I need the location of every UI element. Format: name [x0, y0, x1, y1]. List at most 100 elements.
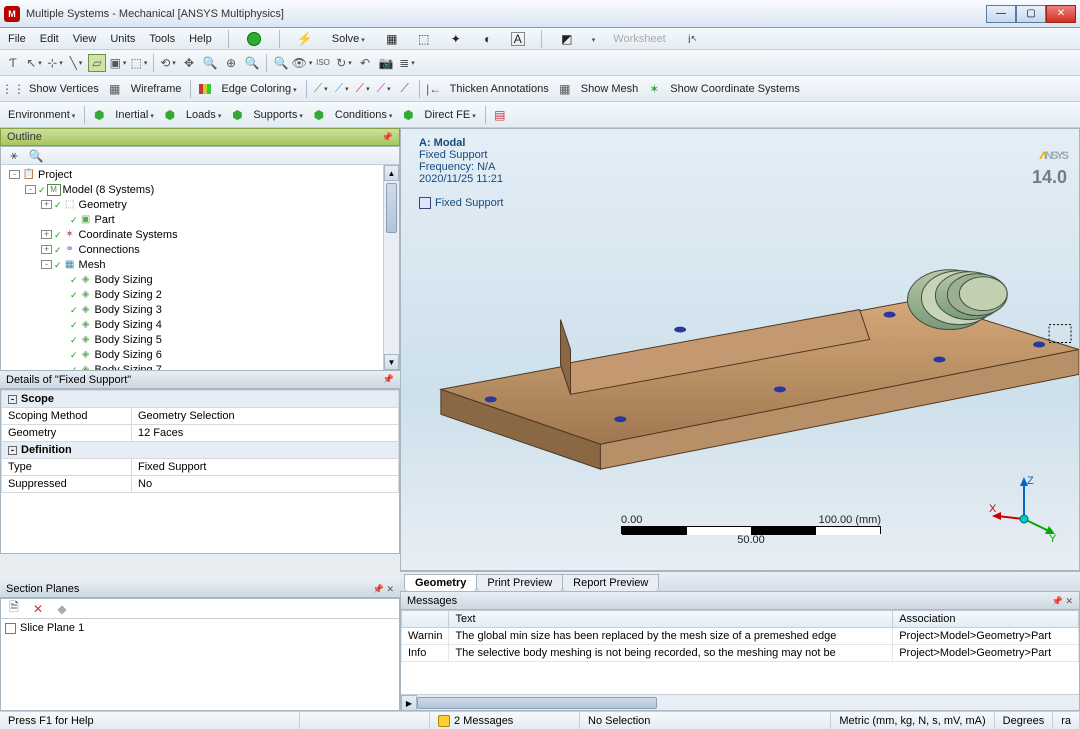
status-messages[interactable]: 2 Messages [430, 712, 580, 729]
tree-node[interactable]: -▦Mesh [5, 257, 395, 272]
group-toggle-icon[interactable]: - [8, 395, 17, 404]
manage-views-icon[interactable]: ≣ [398, 54, 416, 72]
tree-toggle-icon[interactable]: + [41, 230, 52, 239]
zoom-box-icon[interactable]: ⊕ [222, 54, 240, 72]
show-mesh-icon[interactable]: ▦ [556, 80, 574, 98]
solve-icon[interactable]: ⚡ [296, 30, 314, 48]
tree-node[interactable]: -MModel (8 Systems) [5, 182, 395, 197]
edge-select-icon[interactable]: ╲ [67, 54, 85, 72]
tree-node[interactable]: +✶Coordinate Systems [5, 227, 395, 242]
tb-drop-5[interactable] [590, 33, 596, 45]
prev-view-icon[interactable]: ↶ [356, 54, 374, 72]
minimize-button[interactable]: — [986, 5, 1016, 23]
view-icon[interactable]: 👁 [293, 54, 311, 72]
menu-tools[interactable]: Tools [149, 33, 175, 45]
scroll-down-button[interactable]: ▼ [384, 354, 399, 370]
conditions-button[interactable]: Conditions [331, 109, 397, 121]
details-table[interactable]: -ScopeScoping MethodGeometry SelectionGe… [1, 390, 399, 493]
tree-node[interactable]: ▣Part [5, 212, 395, 227]
checkbox-icon[interactable] [5, 623, 16, 634]
tree-toggle-icon[interactable]: + [41, 245, 52, 254]
e3-icon[interactable]: ⟋ [354, 80, 372, 98]
outline-tree[interactable]: -📋Project-MModel (8 Systems)+⬚Geometry▣P… [1, 165, 399, 371]
box-select-icon[interactable]: ⬚ [130, 54, 148, 72]
tree-node[interactable]: ◈Body Sizing [5, 272, 395, 287]
viewport[interactable]: A: Modal Fixed Support Frequency: N/A 20… [400, 128, 1080, 571]
tb-icon-a[interactable]: A [511, 32, 525, 46]
toolbar-go-icon[interactable] [245, 30, 263, 48]
edge-coloring-button[interactable]: Edge Coloring [217, 83, 300, 95]
vertex-select-icon[interactable]: ⊹ [46, 54, 64, 72]
sp-dim-icon[interactable]: ◆ [53, 600, 71, 618]
triad-icon[interactable]: Z Y X [989, 474, 1059, 544]
menu-edit[interactable]: Edit [40, 33, 59, 45]
tree-node[interactable]: ◈Body Sizing 3 [5, 302, 395, 317]
tree-node[interactable]: ◈Body Sizing 5 [5, 332, 395, 347]
worksheet-button[interactable]: Worksheet [609, 33, 669, 45]
thicken-button[interactable]: Thicken Annotations [446, 83, 553, 95]
rotate-icon[interactable]: ⟲ [159, 54, 177, 72]
scroll-thumb[interactable] [386, 183, 397, 233]
maximize-button[interactable]: ▢ [1016, 5, 1046, 23]
menu-help[interactable]: Help [189, 33, 212, 45]
wireframe-button[interactable]: Wireframe [127, 83, 186, 95]
tree-toggle-icon[interactable]: + [41, 200, 52, 209]
e1-icon[interactable]: ⟋ [312, 80, 330, 98]
loads-button[interactable]: Loads [182, 109, 226, 121]
status-mode[interactable]: ra [1053, 712, 1080, 729]
menu-file[interactable]: File [8, 33, 26, 45]
wireframe-icon[interactable]: ▦ [106, 80, 124, 98]
tb-icon-2[interactable]: ⬚ [415, 30, 433, 48]
loads-icon[interactable]: ⬢ [161, 106, 179, 124]
show-vertices-button[interactable]: Show Vertices [25, 83, 103, 95]
tree-toggle-icon[interactable]: - [41, 260, 52, 269]
tb-icon-5[interactable]: ◩ [558, 30, 576, 48]
detail-value[interactable]: Fixed Support [132, 459, 399, 476]
e4-icon[interactable]: ⟋ [375, 80, 393, 98]
supports-icon[interactable]: ⬢ [228, 106, 246, 124]
iso-icon[interactable]: ISO [314, 54, 332, 72]
message-row[interactable]: WarninThe global min size has been repla… [402, 628, 1079, 645]
tab-report[interactable]: Report Preview [562, 574, 659, 591]
scroll-right-button[interactable]: ▶ [401, 695, 417, 711]
message-row[interactable]: InfoThe selective body meshing is not be… [402, 645, 1079, 662]
tree-node[interactable]: +⚭Connections [5, 242, 395, 257]
conditions-icon[interactable]: ⬢ [310, 106, 328, 124]
menu-view[interactable]: View [73, 33, 97, 45]
show-cs-button[interactable]: Show Coordinate Systems [666, 83, 804, 95]
info-icon[interactable]: i↖ [684, 30, 702, 48]
e2-icon[interactable]: ⟋ [333, 80, 351, 98]
filter-icon[interactable]: Ƭ [4, 54, 22, 72]
tree-node[interactable]: ◈Body Sizing 6 [5, 347, 395, 362]
look-icon[interactable]: ↻ [335, 54, 353, 72]
outline-pin-icon[interactable]: 📌 [382, 132, 393, 143]
direct-fe-icon[interactable]: ⬢ [399, 106, 417, 124]
detail-row[interactable]: Geometry12 Faces [2, 425, 399, 442]
tree-node[interactable]: -📋Project [5, 167, 395, 182]
status-angle[interactable]: Degrees [995, 712, 1054, 729]
msg-col[interactable] [402, 611, 449, 628]
show-cs-icon[interactable]: ✶ [645, 80, 663, 98]
outline-filter-icon[interactable]: ⚹ [5, 147, 23, 165]
cursor-icon[interactable]: ↖ [25, 54, 43, 72]
tree-node[interactable]: ◈Body Sizing 7 [5, 362, 395, 371]
detail-group[interactable]: -Scope [2, 391, 399, 408]
tree-toggle-icon[interactable]: - [25, 185, 36, 194]
msg-col[interactable]: Text [449, 611, 893, 628]
tree-node[interactable]: +⬚Geometry [5, 197, 395, 212]
msg-col[interactable]: Association [893, 611, 1079, 628]
face-select-icon[interactable]: ▱ [88, 54, 106, 72]
tree-node[interactable]: ◈Body Sizing 2 [5, 287, 395, 302]
commands-icon[interactable]: ▤ [491, 106, 509, 124]
tree-node[interactable]: ◈Body Sizing 4 [5, 317, 395, 332]
detail-row[interactable]: Scoping MethodGeometry Selection [2, 408, 399, 425]
edge-coloring-icon[interactable] [196, 80, 214, 98]
body-select-icon[interactable]: ▣ [109, 54, 127, 72]
group-toggle-icon[interactable]: - [8, 446, 17, 455]
thicken-icon[interactable]: |← [425, 80, 443, 98]
detail-row[interactable]: SuppressedNo [2, 476, 399, 493]
direct-fe-button[interactable]: Direct FE [420, 109, 479, 121]
e5-icon[interactable]: ⟋ [396, 80, 414, 98]
environment-button[interactable]: Environment [4, 109, 79, 121]
tb-icon-4[interactable]: ◐ [479, 30, 497, 48]
